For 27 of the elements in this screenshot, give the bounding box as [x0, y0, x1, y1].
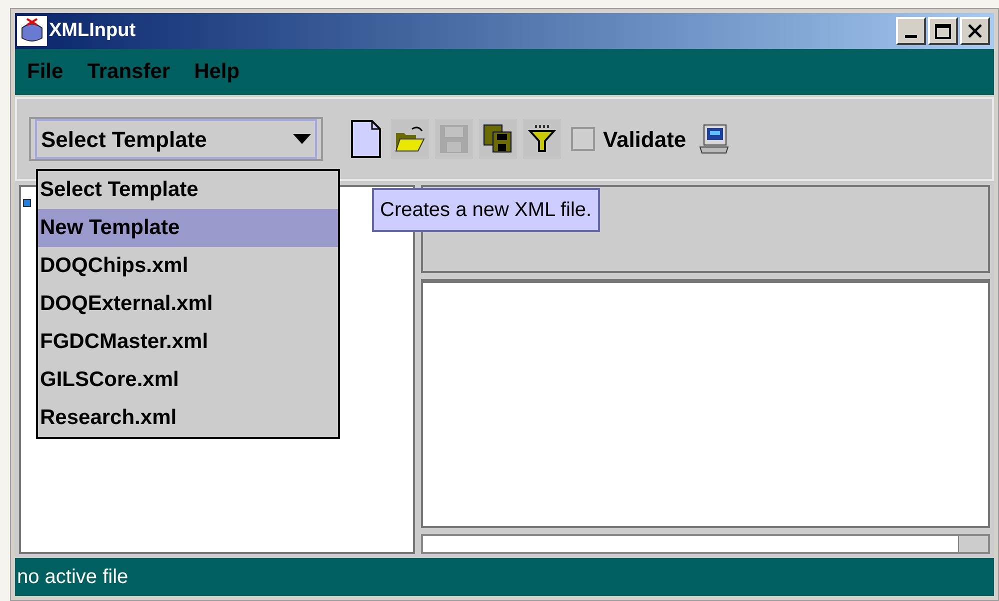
minimize-button[interactable]	[896, 17, 926, 45]
dropdown-option[interactable]: GILSCore.xml	[38, 361, 338, 399]
close-icon	[968, 24, 982, 38]
dropdown-option[interactable]: Research.xml	[38, 399, 338, 437]
computer-icon[interactable]	[698, 123, 730, 155]
dropdown-option[interactable]: DOQChips.xml	[38, 247, 338, 285]
validate-checkbox[interactable]	[571, 127, 595, 151]
minimize-icon	[905, 35, 917, 38]
maximize-icon	[935, 24, 951, 38]
maximize-button[interactable]	[928, 17, 958, 45]
status-text: no active file	[17, 565, 128, 590]
close-button[interactable]	[960, 17, 990, 45]
validate-label: Validate	[603, 126, 686, 154]
dropdown-option[interactable]: FGDCMaster.xml	[38, 323, 338, 361]
floppy-disks-icon[interactable]	[479, 119, 517, 159]
app-icon	[17, 16, 47, 46]
dropdown-option[interactable]: New Template	[38, 209, 338, 247]
caret-icon	[293, 134, 311, 144]
tooltip: Creates a new XML file.	[372, 188, 600, 232]
template-dropdown[interactable]: Select Template	[29, 117, 323, 161]
tree-node-icon	[23, 199, 31, 207]
window-title: XMLInput	[49, 18, 136, 43]
dropdown-option[interactable]: DOQExternal.xml	[38, 285, 338, 323]
funnel-icon[interactable]	[523, 119, 561, 159]
text-area[interactable]	[421, 279, 990, 528]
dropdown-option[interactable]: Select Template	[38, 171, 338, 209]
folder-icon[interactable]	[391, 119, 429, 159]
